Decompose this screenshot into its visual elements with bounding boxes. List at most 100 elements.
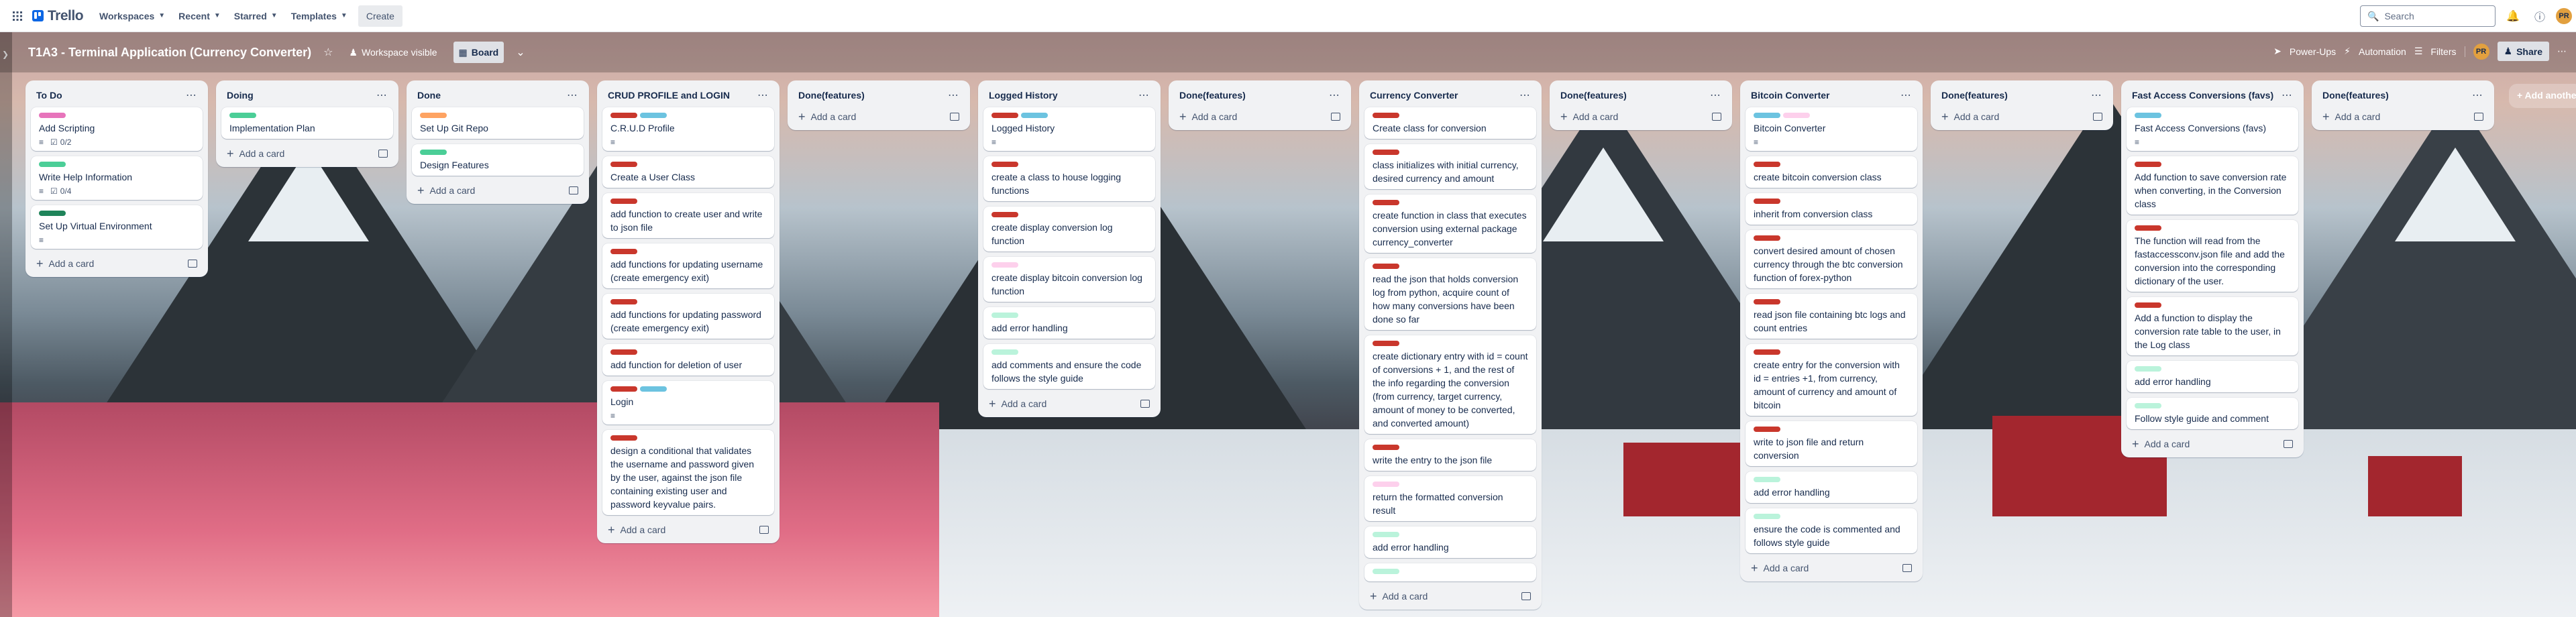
card[interactable]: C.R.U.D Profile ≡ [602,107,774,151]
card[interactable]: Create class for conversion [1364,107,1536,139]
add-card-button[interactable]: + Add a card [1560,111,1618,123]
list[interactable]: Done(features) ⋯ + Add a card [1550,80,1732,130]
card[interactable]: Follow style guide and comment [2127,398,2298,429]
list-title[interactable]: Done [417,90,441,101]
card-label[interactable] [1783,113,1810,118]
card[interactable]: return the formatted conversion result [1364,476,1536,521]
avatar[interactable]: PR [2556,8,2572,24]
card[interactable]: create display bitcoin conversion log fu… [983,257,1155,302]
card-label[interactable] [610,199,637,204]
list-menu-icon[interactable]: ⋯ [567,89,578,102]
create-from-template-icon[interactable] [1712,113,1721,121]
card-label[interactable] [991,162,1018,167]
list-title[interactable]: To Do [36,90,62,101]
list-menu-icon[interactable]: ⋯ [1138,89,1150,102]
card-label[interactable] [991,349,1018,355]
card[interactable]: ensure the code is commented and follows… [1746,508,1917,553]
card[interactable]: Create a User Class [602,156,774,188]
list-title[interactable]: Done(features) [2322,90,2389,101]
card-label[interactable] [1373,532,1399,537]
help-icon[interactable]: ⓘ [2529,5,2551,27]
create-button[interactable]: Create [358,5,402,27]
card-label[interactable] [39,113,66,118]
card-label[interactable] [2135,162,2161,167]
bell-icon[interactable]: 🔔 [2502,5,2524,27]
card[interactable]: add error handling [1364,526,1536,558]
card[interactable]: class initializes with initial currency,… [1364,144,1536,189]
list-menu-icon[interactable]: ⋯ [1329,89,1340,102]
add-card-button[interactable]: + Add a card [227,148,284,160]
card-label[interactable] [1373,341,1399,346]
list-title[interactable]: CRUD PROFILE and LOGIN [608,90,730,101]
card-label[interactable] [39,162,66,167]
card-label[interactable] [1754,162,1780,167]
card[interactable]: design a conditional that validates the … [602,430,774,515]
nav-starred[interactable]: Starred ▼ [227,5,284,27]
list[interactable]: CRUD PROFILE and LOGIN ⋯ C.R.U.D Profile ≡ C… [597,80,780,543]
list[interactable]: Logged History ⋯ Logged History ≡ create a c… [978,80,1161,417]
list[interactable]: Done ⋯ Set Up Git Repo Design Features + Add … [407,80,589,204]
list[interactable]: Done(features) ⋯ + Add a card [1169,80,1351,130]
card-label[interactable] [1754,199,1780,204]
trello-logo[interactable]: Trello [32,8,84,24]
list-title[interactable]: Done(features) [1560,90,1627,101]
add-card-button[interactable]: + Add a card [1179,111,1237,123]
add-card-button[interactable]: + Add a card [1751,562,1809,574]
nav-templates[interactable]: Templates ▼ [284,5,354,27]
card[interactable] [1364,563,1536,581]
list-menu-icon[interactable]: ⋯ [1900,89,1912,102]
more-icon[interactable]: ⋯ [2557,46,2567,57]
card-label[interactable] [2135,403,2161,408]
member-avatar[interactable]: PR [2473,43,2489,60]
card-label[interactable] [991,212,1018,217]
list-title[interactable]: Done(features) [798,90,865,101]
card[interactable]: read json file containing btc logs and c… [1746,294,1917,339]
add-card-button[interactable]: + Add a card [608,524,665,536]
card-label[interactable] [1373,569,1399,574]
share-button[interactable]: ♟ Share [2497,42,2549,61]
list-title[interactable]: Fast Access Conversions (favs) [2132,90,2273,101]
list[interactable]: Doing ⋯ Implementation Plan + Add a card [216,80,398,167]
create-from-template-icon[interactable] [759,526,769,534]
card[interactable]: Add Scripting ≡ ☑ 0/2 [31,107,203,151]
card[interactable]: add comments and ensure the code follows… [983,344,1155,389]
card-label[interactable] [1373,264,1399,269]
list-title[interactable]: Doing [227,90,254,101]
card[interactable]: add functions for updating password (cre… [602,294,774,339]
card-label[interactable] [2135,366,2161,372]
card-label[interactable] [1373,113,1399,118]
add-card-button[interactable]: + Add a card [1370,590,1428,602]
card-label[interactable] [420,113,447,118]
card-label[interactable] [610,349,637,355]
card[interactable]: inherit from conversion class [1746,193,1917,225]
nav-recent[interactable]: Recent ▼ [172,5,227,27]
create-from-template-icon[interactable] [188,260,197,268]
card-label[interactable] [2135,113,2161,118]
card-label[interactable] [420,150,447,155]
list-menu-icon[interactable]: ⋯ [2282,89,2293,102]
card-label[interactable] [640,113,667,118]
list[interactable]: Done(features) ⋯ + Add a card [788,80,970,130]
create-from-template-icon[interactable] [2284,440,2293,448]
list-title[interactable]: Done(features) [1941,90,2008,101]
card-label[interactable] [39,211,66,216]
card[interactable]: Write Help Information ≡ ☑ 0/4 [31,156,203,200]
add-card-button[interactable]: + Add a card [36,258,94,270]
add-card-button[interactable]: + Add a card [989,398,1046,410]
card[interactable]: create entry for the conversion with id … [1746,344,1917,416]
star-icon[interactable]: ☆ [323,46,333,59]
list[interactable]: To Do ⋯ Add Scripting ≡ ☑ 0/2 Write Help Infor… [25,80,208,277]
list-menu-icon[interactable]: ⋯ [376,89,388,102]
list-title[interactable]: Logged History [989,90,1058,101]
list-title[interactable]: Bitcoin Converter [1751,90,1829,101]
card-label[interactable] [991,313,1018,318]
card-label[interactable] [610,386,637,392]
list[interactable]: Bitcoin Converter ⋯ Bitcoin Converter ≡ crea… [1740,80,1923,581]
app-switcher-icon[interactable] [7,5,28,27]
card-label[interactable] [610,299,637,304]
card[interactable]: write to json file and return conversion [1746,421,1917,466]
list-menu-icon[interactable]: ⋯ [948,89,959,102]
create-from-template-icon[interactable] [1902,564,1912,572]
card[interactable]: write the entry to the json file [1364,439,1536,471]
card-label[interactable] [1754,514,1780,519]
